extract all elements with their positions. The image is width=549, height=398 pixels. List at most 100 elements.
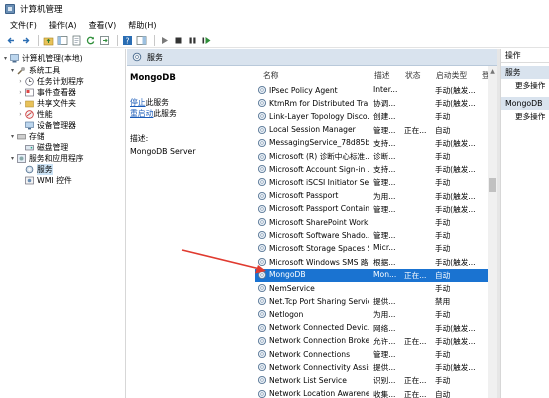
- table-row[interactable]: MessagingService_78d85be 支持... 手动(触发...: [255, 137, 488, 150]
- expand-icon[interactable]: ›: [17, 78, 24, 85]
- service-name-cell: Microsoft Account Sign-in ...: [257, 164, 369, 174]
- tree-event-viewer[interactable]: › 事件查看器: [17, 87, 76, 98]
- restart-service-icon[interactable]: [201, 35, 212, 46]
- service-name-cell: Microsoft Passport Container: [257, 204, 369, 214]
- table-row[interactable]: Network Connectivity Assis... 提供... 手动(触发.…: [255, 361, 488, 374]
- column-header-name[interactable]: 名称: [263, 70, 279, 81]
- service-gear-icon: [257, 85, 267, 95]
- table-row[interactable]: Microsoft Passport Container 管理... 手动(触发..…: [255, 203, 488, 216]
- table-row[interactable]: Link-Layer Topology Disco... 创建... 手动: [255, 110, 488, 123]
- table-row[interactable]: Microsoft Software Shado... 管理... 手动: [255, 229, 488, 242]
- service-startup-type: 手动(触发...: [435, 138, 476, 148]
- expand-icon[interactable]: ›: [17, 89, 24, 96]
- tree-task-scheduler[interactable]: › 任务计划程序: [17, 76, 83, 87]
- service-startup-type: 自动: [435, 389, 451, 398]
- performance-icon: [25, 110, 34, 119]
- service-detail-pane: MongoDB 停止此服务 重启动此服务 描述: MongoDB Server: [127, 66, 255, 398]
- table-row[interactable]: NemService 手动: [255, 282, 488, 295]
- menu-view[interactable]: 查看(V): [83, 20, 123, 31]
- forward-icon[interactable]: [20, 35, 31, 46]
- more-actions-services[interactable]: 更多操作: [501, 79, 549, 93]
- tree-services-apps[interactable]: ▾ 服务和应用程序: [9, 153, 84, 164]
- table-row[interactable]: Microsoft (R) 诊断中心标准... 诊断... 手动: [255, 150, 488, 163]
- service-description: 允许...: [373, 336, 396, 346]
- help-icon[interactable]: ?: [122, 35, 133, 46]
- tree-services[interactable]: 服务: [24, 164, 53, 175]
- table-row[interactable]: KtmRm for Distributed Tra... 协调... 手动(触发..…: [255, 97, 488, 110]
- title-bar: 计算机管理: [0, 0, 549, 18]
- table-row[interactable]: Network Location Awarene... 收集... 正在... 自动: [255, 388, 488, 398]
- collapse-icon[interactable]: ▾: [9, 67, 16, 74]
- tree-system-tools[interactable]: ▾ 系统工具: [9, 65, 60, 76]
- tree-disk-management[interactable]: 磁盘管理: [24, 142, 68, 153]
- show-hide-pane-icon[interactable]: [136, 35, 147, 46]
- column-header-description[interactable]: 描述: [374, 70, 390, 81]
- tree-root[interactable]: ▾ 计算机管理(本地): [2, 53, 83, 64]
- table-row[interactable]: Network Connection Broker 允许... 正在... 手动(触发…: [255, 335, 488, 348]
- column-header-startup[interactable]: 启动类型: [436, 70, 467, 81]
- actions-section-mongodb[interactable]: MongoDB: [501, 97, 549, 110]
- menu-help[interactable]: 帮助(H): [122, 20, 162, 31]
- service-gear-icon: [257, 138, 267, 148]
- actions-section-services[interactable]: 服务: [501, 66, 549, 79]
- service-name-cell: Microsoft Software Shado...: [257, 230, 369, 240]
- scrollbar-thumb[interactable]: [489, 178, 496, 192]
- computer-icon: [10, 54, 19, 63]
- window-title: 计算机管理: [20, 5, 63, 15]
- table-row[interactable]: MongoDB Mon... 正在... 自动: [255, 268, 488, 282]
- table-row[interactable]: Microsoft Account Sign-in ... 支持... 手动(触发.…: [255, 163, 488, 176]
- menu-file[interactable]: 文件(F): [4, 20, 43, 31]
- service-gear-icon: [257, 389, 267, 398]
- table-row[interactable]: Local Session Manager 管理... 正在... 自动: [255, 124, 488, 137]
- pause-service-icon[interactable]: [187, 35, 198, 46]
- table-row[interactable]: Network Connected Devic... 网络... 手动(触发...: [255, 322, 488, 335]
- tree-shared-folders[interactable]: › 共享文件夹: [17, 98, 76, 109]
- export-list-icon[interactable]: [99, 35, 110, 46]
- service-name-cell: Link-Layer Topology Disco...: [257, 111, 369, 121]
- refresh-icon[interactable]: [85, 35, 96, 46]
- table-row[interactable]: IPsec Policy Agent Inter... 手动(触发...: [255, 84, 488, 97]
- table-row[interactable]: Microsoft Windows SMS 路... 根据... 手动(触发...: [255, 256, 488, 269]
- table-row[interactable]: Netlogon 为用... 手动: [255, 308, 488, 321]
- stop-service-icon[interactable]: [173, 35, 184, 46]
- service-description: 创建...: [373, 112, 396, 122]
- table-row[interactable]: Network List Service 识别... 正在... 手动: [255, 374, 488, 387]
- restart-service-link[interactable]: 重启动: [130, 109, 153, 118]
- shared-folder-icon: [25, 100, 34, 108]
- service-startup-type: 手动: [435, 376, 451, 386]
- collapse-icon[interactable]: ▾: [9, 155, 16, 162]
- expand-icon[interactable]: ›: [17, 100, 24, 107]
- service-name: KtmRm for Distributed Tra...: [269, 98, 369, 108]
- scroll-up-icon[interactable]: ▲: [489, 68, 496, 75]
- actions-header: 操作: [501, 49, 549, 63]
- table-row[interactable]: Net.Tcp Port Sharing Service 提供... 禁用: [255, 295, 488, 308]
- menu-action[interactable]: 操作(A): [43, 20, 83, 31]
- table-row[interactable]: Microsoft SharePoint Work... 手动: [255, 216, 488, 229]
- tree-device-manager[interactable]: 设备管理器: [24, 120, 76, 131]
- collapse-icon[interactable]: ▾: [9, 133, 16, 140]
- expand-icon[interactable]: ›: [17, 111, 24, 118]
- tree-performance[interactable]: › 性能: [17, 109, 52, 120]
- stop-service-link[interactable]: 停止: [130, 98, 146, 107]
- service-gear-icon: [257, 257, 267, 267]
- table-row[interactable]: Microsoft Passport 为用... 手动(触发...: [255, 190, 488, 203]
- svg-text:?: ?: [126, 36, 130, 45]
- table-row[interactable]: Network Connections 管理... 手动: [255, 348, 488, 361]
- table-row[interactable]: Microsoft Storage Spaces S... Micr... 手动: [255, 242, 488, 255]
- tree-storage[interactable]: ▾ 存储: [9, 131, 45, 142]
- up-folder-icon[interactable]: [43, 35, 54, 46]
- column-header-status[interactable]: 状态: [405, 70, 421, 81]
- console-tree-icon[interactable]: [57, 35, 68, 46]
- service-name-cell: KtmRm for Distributed Tra...: [257, 98, 369, 108]
- service-name: Link-Layer Topology Disco...: [269, 111, 369, 121]
- tree-wmi[interactable]: WMI 控件: [24, 175, 72, 186]
- collapse-icon[interactable]: ▾: [2, 55, 9, 62]
- vertical-scrollbar[interactable]: ▲: [488, 66, 497, 398]
- service-description: 网络...: [373, 323, 396, 333]
- start-service-icon[interactable]: [159, 35, 170, 46]
- table-row[interactable]: Microsoft iSCSI Initiator Ser... 管理... 手动: [255, 176, 488, 189]
- properties-icon[interactable]: [71, 35, 82, 46]
- back-icon[interactable]: [6, 35, 17, 46]
- list-header: 名称 描述 状态 启动类型 登: [255, 66, 497, 84]
- more-actions-mongodb[interactable]: 更多操作: [501, 110, 549, 124]
